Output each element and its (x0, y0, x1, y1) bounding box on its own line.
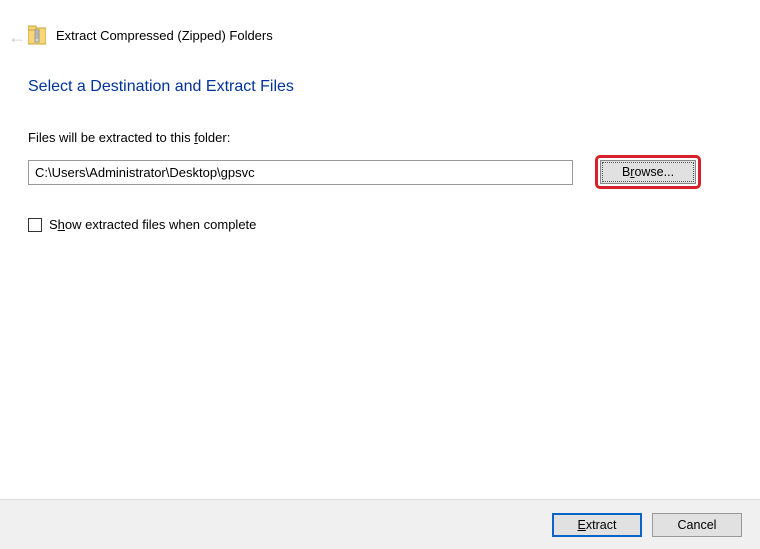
wizard-content: Select a Destination and Extract Files F… (0, 46, 760, 232)
browse-button[interactable]: Browse... (600, 160, 696, 184)
wizard-footer: Extract Cancel (0, 499, 760, 549)
show-extracted-checkbox[interactable] (28, 218, 42, 232)
cb-text-post: ow extracted files when complete (65, 217, 256, 232)
cancel-button[interactable]: Cancel (652, 513, 742, 537)
btn-text-post: owse... (634, 165, 674, 179)
cb-text: S (49, 217, 58, 232)
label-text-post: older: (198, 130, 231, 145)
btn-text: xtract (586, 518, 617, 532)
back-arrow-icon: ← (8, 28, 26, 46)
browse-highlight: Browse... (595, 155, 701, 189)
label-text: Files will be extracted to this (28, 130, 194, 145)
btn-accel: E (578, 518, 586, 532)
page-instruction: Select a Destination and Extract Files (28, 78, 732, 96)
wizard-header: Extract Compressed (Zipped) Folders (0, 0, 760, 46)
show-extracted-label: Show extracted files when complete (49, 217, 256, 232)
destination-label: Files will be extracted to this folder: (28, 130, 732, 145)
extract-button[interactable]: Extract (552, 513, 642, 537)
destination-path-input[interactable] (28, 160, 573, 185)
cb-accel: h (58, 217, 65, 232)
destination-row: Browse... (28, 155, 732, 189)
window-title: Extract Compressed (Zipped) Folders (56, 28, 273, 43)
zip-folder-icon (28, 24, 46, 46)
show-extracted-row: Show extracted files when complete (28, 217, 732, 232)
